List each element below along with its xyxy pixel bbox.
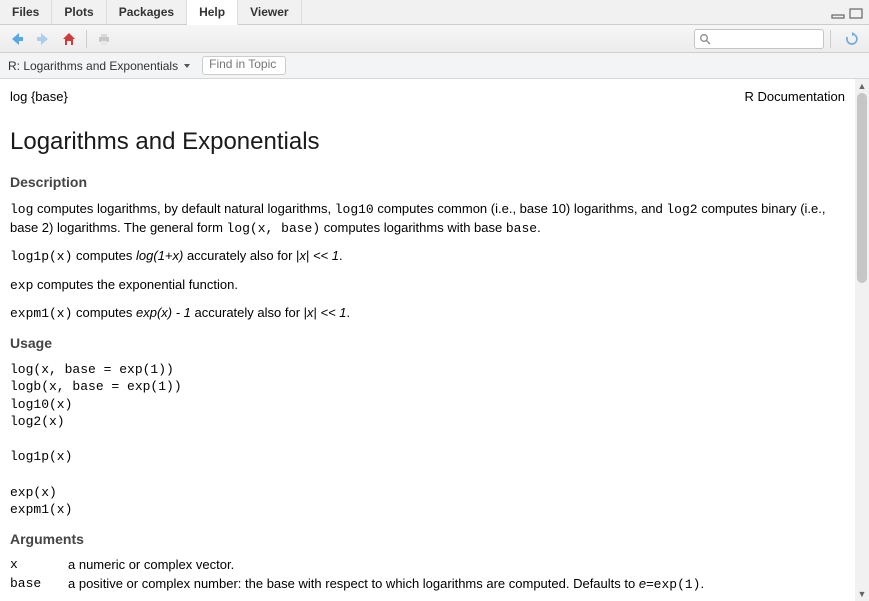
scroll-up-arrow[interactable]: ▲ (855, 79, 869, 93)
scroll-down-arrow[interactable]: ▼ (855, 587, 869, 601)
maximize-pane-icon[interactable] (849, 7, 863, 18)
help-subbar: R: Logarithms and Exponentials (0, 53, 869, 79)
doc-header-left: log {base} (10, 89, 68, 104)
help-search-input[interactable] (715, 32, 819, 46)
section-description: Description (10, 174, 845, 190)
tab-packages[interactable]: Packages (107, 0, 187, 24)
tab-files[interactable]: Files (0, 0, 52, 24)
arg-row-x: x a numeric or complex vector. (10, 557, 845, 572)
usage-block: log(x, base = exp(1)) logb(x, base = exp… (10, 361, 845, 519)
search-icon (699, 33, 711, 45)
tab-plots[interactable]: Plots (52, 0, 106, 24)
scroll-track[interactable] (855, 93, 869, 587)
home-button[interactable] (58, 28, 80, 50)
page-title: Logarithms and Exponentials (10, 128, 845, 156)
pane-tabs: Files Plots Packages Help Viewer (0, 0, 869, 25)
description-p1: log computes logarithms, by default natu… (10, 200, 845, 237)
breadcrumb[interactable]: R: Logarithms and Exponentials (8, 59, 190, 73)
find-in-topic-input[interactable] (209, 57, 279, 71)
help-search-box[interactable] (694, 29, 824, 49)
arg-row-base: base a positive or complex number: the b… (10, 576, 845, 592)
find-in-topic-box[interactable] (202, 56, 286, 75)
refresh-button[interactable] (841, 28, 863, 50)
section-usage: Usage (10, 335, 845, 351)
tab-viewer[interactable]: Viewer (238, 0, 301, 24)
section-arguments: Arguments (10, 531, 845, 547)
tab-help[interactable]: Help (187, 0, 238, 25)
back-button[interactable] (6, 28, 28, 50)
vertical-scrollbar[interactable]: ▲ ▼ (855, 79, 869, 601)
print-button[interactable] (93, 28, 115, 50)
description-p4: expm1(x) computes exp(x) - 1 accurately … (10, 304, 845, 323)
doc-header-right: R Documentation (745, 89, 845, 104)
scroll-thumb[interactable] (857, 93, 867, 283)
separator (830, 30, 831, 48)
description-p3: exp computes the exponential function. (10, 276, 845, 295)
separator (86, 30, 87, 48)
minimize-pane-icon[interactable] (831, 7, 845, 18)
help-toolbar (0, 25, 869, 53)
help-content: log {base} R Documentation Logarithms an… (0, 79, 855, 601)
breadcrumb-text: R: Logarithms and Exponentials (8, 59, 178, 73)
chevron-down-icon (184, 64, 190, 68)
forward-button[interactable] (32, 28, 54, 50)
description-p2: log1p(x) computes log(1+x) accurately al… (10, 247, 845, 266)
